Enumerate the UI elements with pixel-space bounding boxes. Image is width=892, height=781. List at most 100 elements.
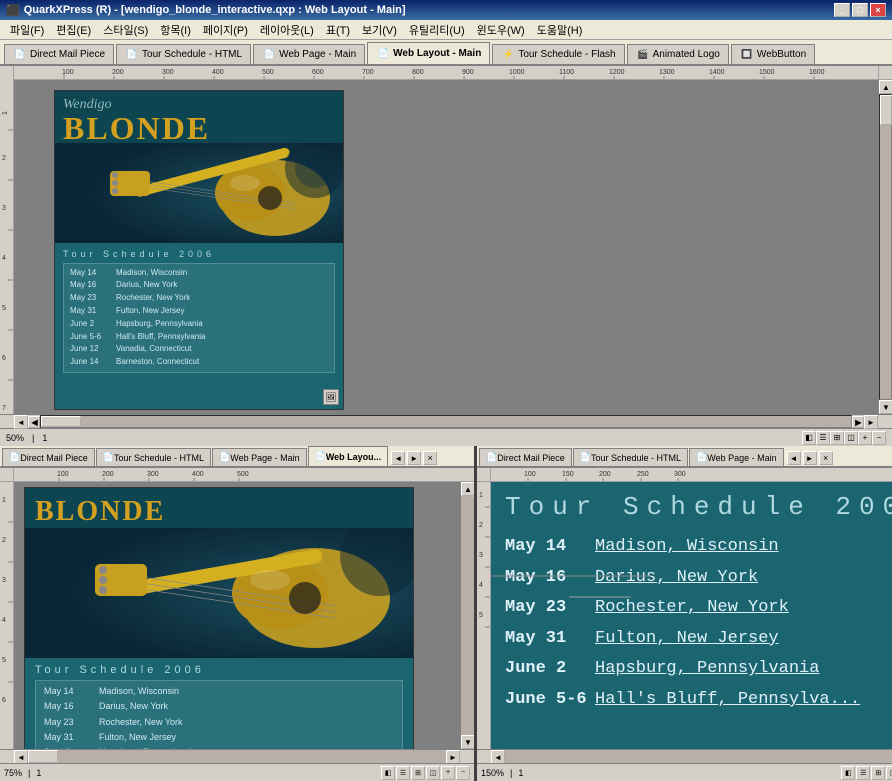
bl-canvas[interactable]: BLONDE [14,482,460,749]
view-btn1[interactable]: ◧ [802,431,816,445]
zoom-in-btn[interactable]: + [858,431,872,445]
page-label-top: 1 [42,433,47,443]
br-canvas-row: 1 2 3 4 5 [477,482,892,749]
br-tab-web[interactable]: 📄 Web Page - Main [689,448,784,466]
scroll-left-arrow[interactable]: ◄ [14,415,28,429]
bl-vb4[interactable]: ◫ [426,766,440,780]
bl-tab-direct[interactable]: 📄 Direct Mail Piece [2,448,95,466]
menu-help[interactable]: 도움말(H) [531,20,589,40]
vertical-scrollbar[interactable]: ▲ ▼ [878,80,892,414]
minimize-button[interactable]: _ [834,3,850,17]
tab-web-page[interactable]: 📄 Web Page - Main [253,44,365,64]
bl-vb2[interactable]: ☰ [396,766,410,780]
bl-hscroll[interactable]: ◄ ► [0,749,474,763]
menu-table[interactable]: 표(T) [320,20,356,40]
bl-scroll-down[interactable]: ▼ [461,735,474,749]
zoom-out-btn[interactable]: − [872,431,886,445]
bl-vb3[interactable]: ⊞ [411,766,425,780]
tab-tour-html[interactable]: 📄 Tour Schedule - HTML [116,44,251,64]
bl-scroll-left[interactable]: ◄ [14,750,28,764]
br-tabbar: 📄 Direct Mail Piece 📄 Tour Schedule - HT… [477,446,892,468]
menu-page[interactable]: 페이지(P) [197,20,254,40]
btn-icon: 🔲 [740,48,754,62]
svg-text:7: 7 [2,405,6,412]
bl-scroll-up[interactable]: ▲ [461,482,474,496]
menu-file[interactable]: 파일(F) [4,20,50,40]
br-htrack[interactable] [505,750,892,763]
scroll-page-next[interactable]: ► [852,416,864,428]
close-button[interactable]: × [870,3,886,17]
scroll-track-h[interactable] [40,415,852,428]
scroll-track-v[interactable] [879,94,892,400]
doc-icon4: 📄 [376,47,390,61]
bl-htrack[interactable] [28,750,446,763]
menu-utility[interactable]: 유틸리티(U) [403,20,471,40]
view-btn4[interactable]: ◫ [844,431,858,445]
svg-text:1600: 1600 [809,69,825,76]
svg-text:3: 3 [479,552,483,559]
bl-close-btn[interactable]: × [423,451,437,465]
bl-vb1[interactable]: ◧ [381,766,395,780]
br-row6: June 5-6 Hall's Bluff, Pennsylva... [505,685,892,716]
br-next[interactable]: ► [803,451,817,465]
menu-view[interactable]: 보기(V) [356,20,403,40]
ruler-corner [0,66,14,80]
menu-item[interactable]: 항목(I) [154,20,197,40]
scroll-down-arrow[interactable]: ▼ [879,400,892,414]
br-vb1[interactable]: ◧ [841,766,855,780]
svg-text:4: 4 [2,617,6,624]
tab-web-layout[interactable]: 📄 Web Layout - Main [367,42,490,64]
view-btn2[interactable]: ☰ [816,431,830,445]
bl-vscroll[interactable]: ▲ ▼ [460,482,474,749]
tab-webbutton[interactable]: 🔲 WebButton [731,44,815,64]
bl-tab-tour[interactable]: 📄 Tour Schedule - HTML [96,448,211,466]
view-btn3[interactable]: ⊞ [830,431,844,445]
scroll-page-prev[interactable]: ◄ [28,416,40,428]
doc-icon3: 📄 [262,48,276,62]
bl-tab-weblayout[interactable]: 📄 Web Layou... [308,446,389,466]
bl-zin[interactable]: + [441,766,455,780]
bl-scroll-right[interactable]: ► [446,750,460,764]
bl-corner [0,750,14,763]
bl-hthumb[interactable] [28,750,58,763]
horizontal-scrollbar-top[interactable]: ◄ ◄ ► ► [0,414,892,428]
scroll-thumb-h[interactable] [41,416,81,427]
tab-animated-logo[interactable]: 🎬 Animated Logo [627,44,729,64]
br-vb4[interactable]: ◫ [886,766,892,780]
br-close-btn[interactable]: × [819,451,833,465]
pane-next-arrow[interactable]: ► [407,451,421,465]
menu-style[interactable]: 스타일(S) [97,20,154,40]
app-icon: ⬛ [6,4,20,17]
scroll-thumb-v[interactable] [880,95,892,125]
scroll-up-arrow[interactable]: ▲ [879,80,892,94]
pane-prev-arrow[interactable]: ◄ [391,451,405,465]
br-view-btns: ◧ ☰ ⊞ ◫ + − [841,766,892,780]
bl-row4: May 31Fulton, New Jersey [44,730,394,745]
br-canvas[interactable]: Tour Schedule 200 May 14 Madison, Wiscon… [491,482,892,749]
bl-tab-web[interactable]: 📄 Web Page - Main [212,448,307,466]
br-tab-direct[interactable]: 📄 Direct Mail Piece [479,448,572,466]
bl-row1: May 14Madison, Wisconsin [44,684,394,699]
br-tab-tour[interactable]: 📄 Tour Schedule - HTML [573,448,688,466]
bl-vtrack[interactable] [461,496,474,735]
schedule-row-2: May 16Darius, New York [70,279,328,292]
br-hscroll[interactable]: ◄ ► [477,749,892,763]
br-sleft[interactable]: ◄ [491,750,505,764]
tab-tour-flash[interactable]: ⚡ Tour Schedule - Flash [492,44,624,64]
bl-guitar [25,528,413,658]
menu-window[interactable]: 윈도우(W) [471,20,531,40]
bl-doc-icon3: 📄 [219,452,230,463]
br-vb2[interactable]: ☰ [856,766,870,780]
br-prev[interactable]: ◄ [787,451,801,465]
br-vb3[interactable]: ⊞ [871,766,885,780]
card-header: Wendigo BLONDE [55,91,343,143]
menu-edit[interactable]: 편집(E) [50,20,97,40]
menu-layout[interactable]: 레이아웃(L) [254,20,320,40]
maximize-button[interactable]: □ [852,3,868,17]
tab-direct-mail[interactable]: 📄 Direct Mail Piece [4,44,114,64]
scroll-right-arrow[interactable]: ► [864,415,878,429]
main-canvas[interactable]: Wendigo BLONDE [14,80,878,414]
br-connector [491,575,691,577]
svg-text:5: 5 [2,305,6,312]
bl-zout[interactable]: − [456,766,470,780]
